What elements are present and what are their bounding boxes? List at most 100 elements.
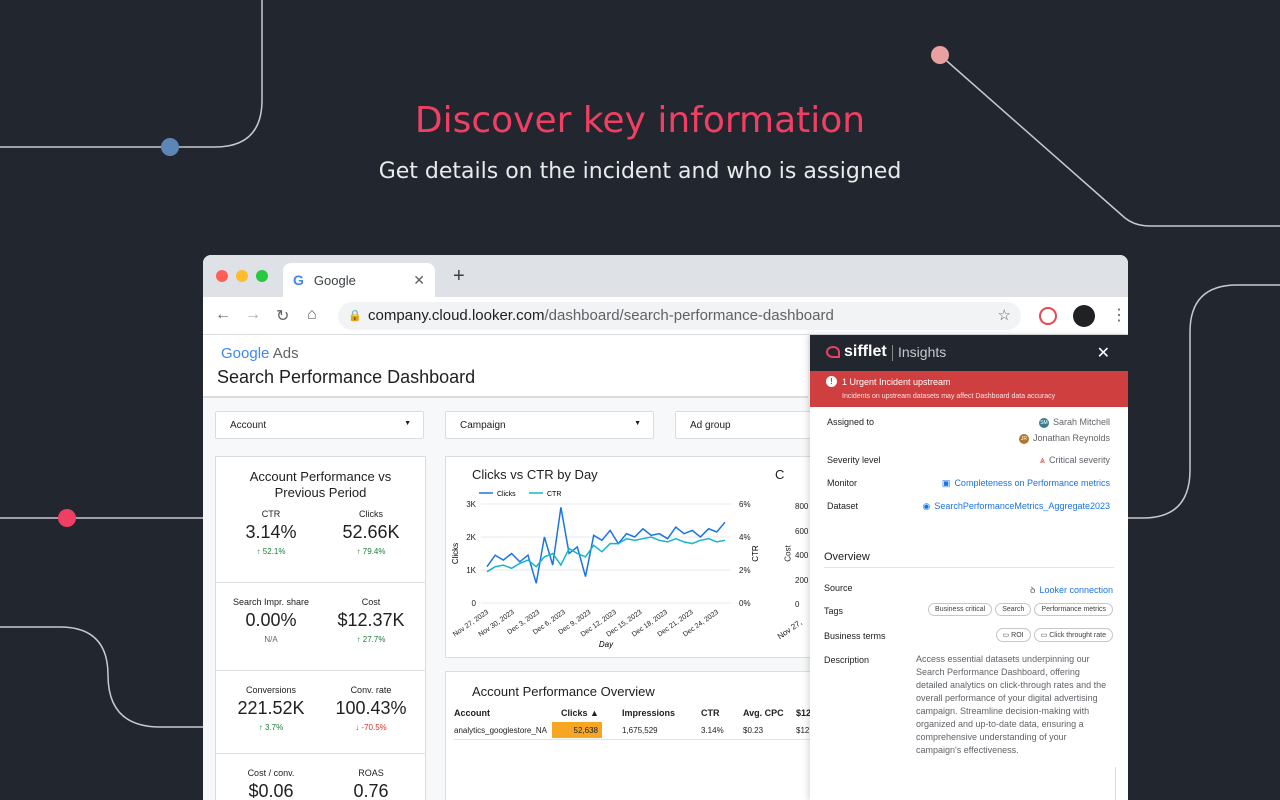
tab-strip: G Google ✕ +: [203, 255, 1128, 297]
bookmark-star-icon[interactable]: ☆: [998, 302, 1011, 330]
kpi-value: 0.00%: [245, 610, 297, 630]
kpi-card: Account Performance vs Previous Period C…: [215, 456, 426, 800]
assignee-name: Sarah Mitchell: [1052, 417, 1110, 427]
table-cell: 3.14%: [701, 726, 724, 735]
y2-tick-label: 2%: [739, 566, 751, 575]
overview-title: Overview: [824, 551, 870, 563]
table-cell: $12: [796, 726, 810, 735]
critical-severity-icon: ⩓: [1039, 455, 1045, 465]
x-axis-label: Day: [599, 640, 614, 649]
table-cell: 52,638: [552, 722, 602, 738]
back-icon[interactable]: ←: [215, 306, 231, 324]
page-title: Search Performance Dashboard: [217, 367, 476, 387]
alert-icon: !: [826, 376, 837, 387]
hero-subtitle: Get details on the incident and who is a…: [378, 159, 902, 184]
home-icon[interactable]: ⌂: [307, 306, 317, 324]
kpi-change: N/A: [264, 635, 278, 644]
close-panel-icon[interactable]: ✕: [1097, 343, 1110, 363]
term-chip[interactable]: ▭ Click throught rate: [1033, 628, 1113, 642]
new-tab-icon[interactable]: +: [453, 265, 465, 288]
kpi-label: Clicks: [359, 509, 383, 519]
partial-chart-title: C: [775, 467, 785, 482]
monitor-label: Monitor: [827, 478, 858, 488]
avatar: SM: [1038, 417, 1049, 428]
maximize-window-button[interactable]: [256, 270, 268, 282]
dataset-link[interactable]: ◉ SearchPerformanceMetrics_Aggregate2023: [923, 501, 1110, 512]
kpi-label: Conversions: [245, 685, 297, 695]
browser-tab[interactable]: G Google ✕: [283, 263, 435, 297]
term-chip[interactable]: ▭ ROI: [995, 628, 1031, 642]
forward-icon[interactable]: →: [245, 306, 261, 324]
alert-title: 1 Urgent Incident upstream: [842, 377, 951, 387]
y-tick-label: 0: [795, 600, 800, 609]
source-label: Source: [824, 583, 853, 593]
y-tick-label: 400: [795, 551, 809, 560]
tag-chip[interactable]: Performance metrics: [1034, 603, 1113, 616]
y-tick-label: 200: [795, 575, 809, 585]
tag-chip[interactable]: Business critical: [928, 603, 993, 616]
urgent-incident-alert[interactable]: ! 1 Urgent Incident upstream Incidents o…: [810, 371, 1128, 407]
scrollbar[interactable]: [1115, 767, 1116, 800]
kpi-label: CTR: [261, 509, 281, 519]
avatar: JR: [1018, 433, 1029, 444]
kpi-change: ↑ 52.1%: [256, 547, 286, 556]
divider: [216, 670, 426, 671]
sifflet-insights-panel: sifflet Insights ✕ ! 1 Urgent Incident u…: [810, 335, 1128, 800]
clicks-ctr-chart: 01K2K3K0%2%4%6%Nov 27, 2023Nov 30, 2023D…: [451, 491, 760, 649]
browser-window: G Google ✕ + ← → ↻ ⌂ 🔒 company.cloud.loo…: [203, 255, 1128, 800]
row-divider: [454, 739, 814, 740]
assigned-label: Assigned to: [827, 417, 875, 427]
sifflet-extension-icon[interactable]: [1039, 307, 1057, 325]
table-cell: analytics_googlestore_NA: [454, 726, 547, 735]
dashboard-header: Google Ads Search Performance Dashboard: [203, 335, 808, 398]
profile-avatar[interactable]: [1073, 305, 1095, 327]
y-tick-label: 600: [795, 526, 809, 536]
y-axis-label: Clicks: [451, 543, 460, 564]
assignee-1[interactable]: SM Sarah Mitchell: [1038, 417, 1110, 428]
minimize-window-button[interactable]: [236, 270, 248, 282]
chart-title: Clicks vs CTR by Day: [472, 467, 598, 482]
series-line-ctr: [486, 536, 726, 573]
assignee-2[interactable]: JR Jonathan Reynolds: [1018, 433, 1110, 444]
kpi-value: 3.14%: [245, 522, 297, 542]
table-header[interactable]: Avg. CPC: [743, 708, 784, 718]
table-header[interactable]: CTR: [701, 708, 720, 718]
dataset-text: SearchPerformanceMetrics_Aggregate2023: [934, 501, 1110, 511]
campaign-filter[interactable]: Campaign ▼: [445, 411, 654, 439]
account-filter[interactable]: Account ▼: [215, 411, 424, 439]
kpi-tile: ROAS 0.76: [321, 768, 421, 800]
filter-label: Account: [230, 420, 267, 431]
filter-label: Campaign: [460, 420, 506, 431]
source-link[interactable]: ꝺ Looker connection: [1030, 583, 1113, 596]
sifflet-logo: sifflet: [844, 343, 887, 360]
table-header[interactable]: Account: [454, 708, 490, 718]
filter-label: Ad group: [690, 420, 731, 431]
kpi-value: 100.43%: [335, 698, 407, 718]
kpi-tile: CTR 3.14% ↑ 52.1%: [221, 509, 321, 556]
tag-chip[interactable]: Search: [995, 603, 1032, 616]
clicks-ctr-chart-card: Clicks vs CTR by Day 0 1K 2K 3K 0% 2% 4% 6% Nov …: [445, 456, 815, 658]
address-bar[interactable]: 🔒 company.cloud.looker.com/dashboard/sea…: [338, 302, 1021, 330]
monitor-icon: ▣: [941, 478, 951, 488]
table-header[interactable]: $12: [796, 708, 811, 718]
table-header[interactable]: Clicks ▲: [561, 708, 599, 718]
source-text: Looker connection: [1039, 585, 1113, 595]
adgroup-filter[interactable]: Ad group: [675, 411, 815, 439]
kpi-value: 52.66K: [342, 522, 400, 542]
ads-wordmark: Ads: [272, 345, 299, 362]
tags-label: Tags: [824, 606, 844, 616]
reload-icon[interactable]: ↻: [276, 306, 289, 326]
lock-icon: 🔒: [348, 310, 362, 322]
browser-menu-icon[interactable]: ⋮: [1111, 305, 1127, 325]
kpi-change: ↑ 3.7%: [258, 723, 284, 732]
table-header[interactable]: Impressions: [622, 708, 675, 718]
monitor-link[interactable]: ▣ Completeness on Performance metrics: [942, 478, 1110, 489]
y-tick-label: 0: [472, 599, 477, 608]
kpi-tile: Cost / conv. $0.06: [221, 768, 321, 800]
close-window-button[interactable]: [216, 270, 228, 282]
kpi-tile: Conv. rate 100.43% ↓ -70.5%: [321, 685, 421, 732]
hero-title: Discover key information: [414, 100, 866, 141]
kpi-tile: Cost $12.37K ↑ 27.7%: [321, 597, 421, 644]
close-tab-icon[interactable]: ✕: [413, 272, 425, 289]
assignee-name: Jonathan Reynolds: [1032, 433, 1110, 443]
